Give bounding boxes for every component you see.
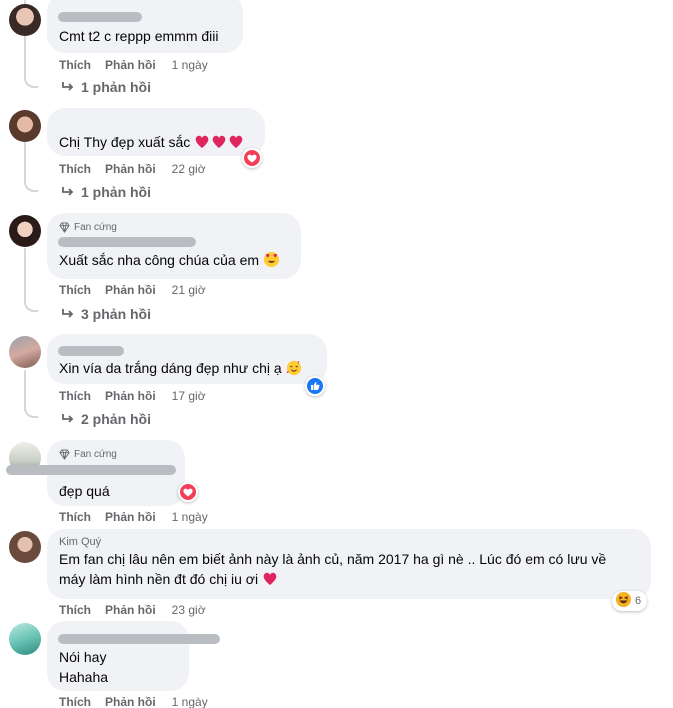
like-reaction-icon (307, 378, 323, 394)
comment-actions: Thích Phản hồi 23 giờ (59, 602, 206, 618)
comment-actions: Thích Phản hồi 21 giờ (59, 282, 206, 298)
redacted-name (58, 237, 196, 247)
timestamp[interactable]: 17 giờ (172, 388, 206, 404)
like-button[interactable]: Thích (59, 388, 91, 404)
red-heart-emoji-icon (194, 134, 244, 155)
reaction-count: 6 (635, 595, 642, 607)
comment-text-line-1: Nói hay (59, 649, 107, 665)
reply-button[interactable]: Phản hồi (105, 57, 156, 73)
timestamp[interactable]: 23 giờ (172, 602, 206, 618)
reaction-badge[interactable]: 6 (612, 591, 648, 611)
avatar[interactable] (9, 215, 41, 247)
reply-button[interactable]: Phản hồi (105, 602, 156, 618)
replies-count: 2 phản hồi (81, 411, 151, 427)
replies-count: 3 phản hồi (81, 306, 151, 322)
comment-text-content: Xuất sắc nha công chúa của em (59, 252, 260, 268)
avatar[interactable] (9, 110, 41, 142)
avatar[interactable] (9, 531, 41, 563)
view-replies-button[interactable]: 1 phản hồi (61, 184, 151, 200)
reply-button[interactable]: Phản hồi (105, 694, 156, 708)
thread-connector (24, 404, 38, 418)
replies-count: 1 phản hồi (81, 184, 151, 200)
timestamp[interactable]: 22 giờ (172, 161, 206, 177)
love-reaction-icon (244, 150, 260, 166)
comment-bubble: Kim Quý Em fan chị lâu nên em biết ảnh n… (47, 529, 651, 599)
top-fan-badge: Fan cứng (59, 447, 173, 461)
heart-eyes-emoji-icon (263, 251, 280, 273)
redacted-name (58, 634, 220, 644)
top-fan-badge: Fan cứng (59, 220, 289, 234)
comment-text: Cmt t2 c reppp emmm điii (59, 28, 219, 44)
thread-connector (24, 74, 38, 88)
like-button[interactable]: Thích (59, 161, 91, 177)
view-replies-button[interactable]: 1 phản hồi (61, 79, 151, 95)
comment-bubble: Chị Thy đẹp xuất sắc (47, 108, 265, 156)
comment-actions: Thích Phản hồi 1 ngày (59, 57, 208, 73)
comment-bubble: Nói hay Hahaha (47, 621, 189, 691)
comment-text-line-2: máy làm hình nền đt đó chị iu ơi (59, 569, 639, 592)
avatar[interactable] (9, 623, 41, 655)
red-heart-emoji-icon (262, 571, 278, 592)
badge-label: Fan cứng (74, 448, 117, 460)
comment-actions: Thích Phản hồi 17 giờ (59, 388, 206, 404)
reaction-badge[interactable] (242, 148, 262, 168)
comment-actions: Thích Phản hồi 22 giờ (59, 161, 206, 177)
view-replies-button[interactable]: 2 phản hồi (61, 411, 151, 427)
comment-text-content: Xin vía da trắng dáng đẹp như chị ạ (59, 360, 282, 376)
comment-text: Xuất sắc nha công chúa của em (59, 250, 289, 273)
comment-bubble: Cmt t2 c reppp emmm điii (47, 0, 243, 53)
timestamp[interactable]: 1 ngày (172, 509, 208, 525)
timestamp[interactable]: 1 ngày (172, 57, 208, 73)
reply-button[interactable]: Phản hồi (105, 161, 156, 177)
like-button[interactable]: Thích (59, 509, 91, 525)
smiling-hearts-emoji-icon (286, 360, 302, 381)
view-replies-button[interactable]: 3 phản hồi (61, 306, 151, 322)
timestamp[interactable]: 1 ngày (172, 694, 208, 708)
like-button[interactable]: Thích (59, 694, 91, 708)
avatar[interactable] (9, 4, 41, 36)
avatar[interactable] (9, 336, 41, 368)
comment-text: đẹp quá (59, 483, 110, 499)
badge-label: Fan cứng (74, 221, 117, 233)
redacted-name (58, 346, 124, 356)
like-button[interactable]: Thích (59, 282, 91, 298)
reaction-badge[interactable] (305, 376, 325, 396)
love-reaction-icon (180, 484, 196, 500)
comment-bubble: Xin vía da trắng dáng đẹp như chị ạ (47, 334, 327, 384)
laughing-reaction-icon (615, 591, 632, 611)
thread-connector (24, 298, 38, 312)
reply-button[interactable]: Phản hồi (105, 509, 156, 525)
like-button[interactable]: Thích (59, 602, 91, 618)
comment-actions: Thích Phản hồi 1 ngày (59, 509, 208, 525)
reply-button[interactable]: Phản hồi (105, 388, 156, 404)
comment-text: Xin vía da trắng dáng đẹp như chị ạ (59, 358, 315, 381)
reaction-badge[interactable] (178, 482, 198, 502)
comment-text-line-2: Hahaha (59, 669, 109, 685)
replies-count: 1 phản hồi (81, 79, 151, 95)
redacted-name (58, 12, 142, 22)
comment-text-line-1: Em fan chị lâu nên em biết ảnh này là ản… (59, 551, 607, 567)
diamond-icon (59, 221, 70, 233)
author-name[interactable]: Kim Quý (59, 535, 639, 549)
comment-text-content: máy làm hình nền đt đó chị iu ơi (59, 571, 259, 587)
redacted-name (6, 465, 176, 475)
reply-button[interactable]: Phản hồi (105, 282, 156, 298)
thread-connector (24, 178, 38, 192)
timestamp[interactable]: 21 giờ (172, 282, 206, 298)
diamond-icon (59, 448, 70, 460)
comment-text-content: Chị Thy đẹp xuất sắc (59, 134, 191, 150)
reply-arrow-icon (62, 187, 74, 196)
comment-actions: Thích Phản hồi 1 ngày (59, 694, 208, 708)
thread-line (24, 248, 26, 304)
reply-arrow-icon (62, 414, 74, 423)
comment-text: Chị Thy đẹp xuất sắc (59, 132, 253, 155)
reply-arrow-icon (62, 309, 74, 318)
reply-arrow-icon (62, 82, 74, 91)
like-button[interactable]: Thích (59, 57, 91, 73)
